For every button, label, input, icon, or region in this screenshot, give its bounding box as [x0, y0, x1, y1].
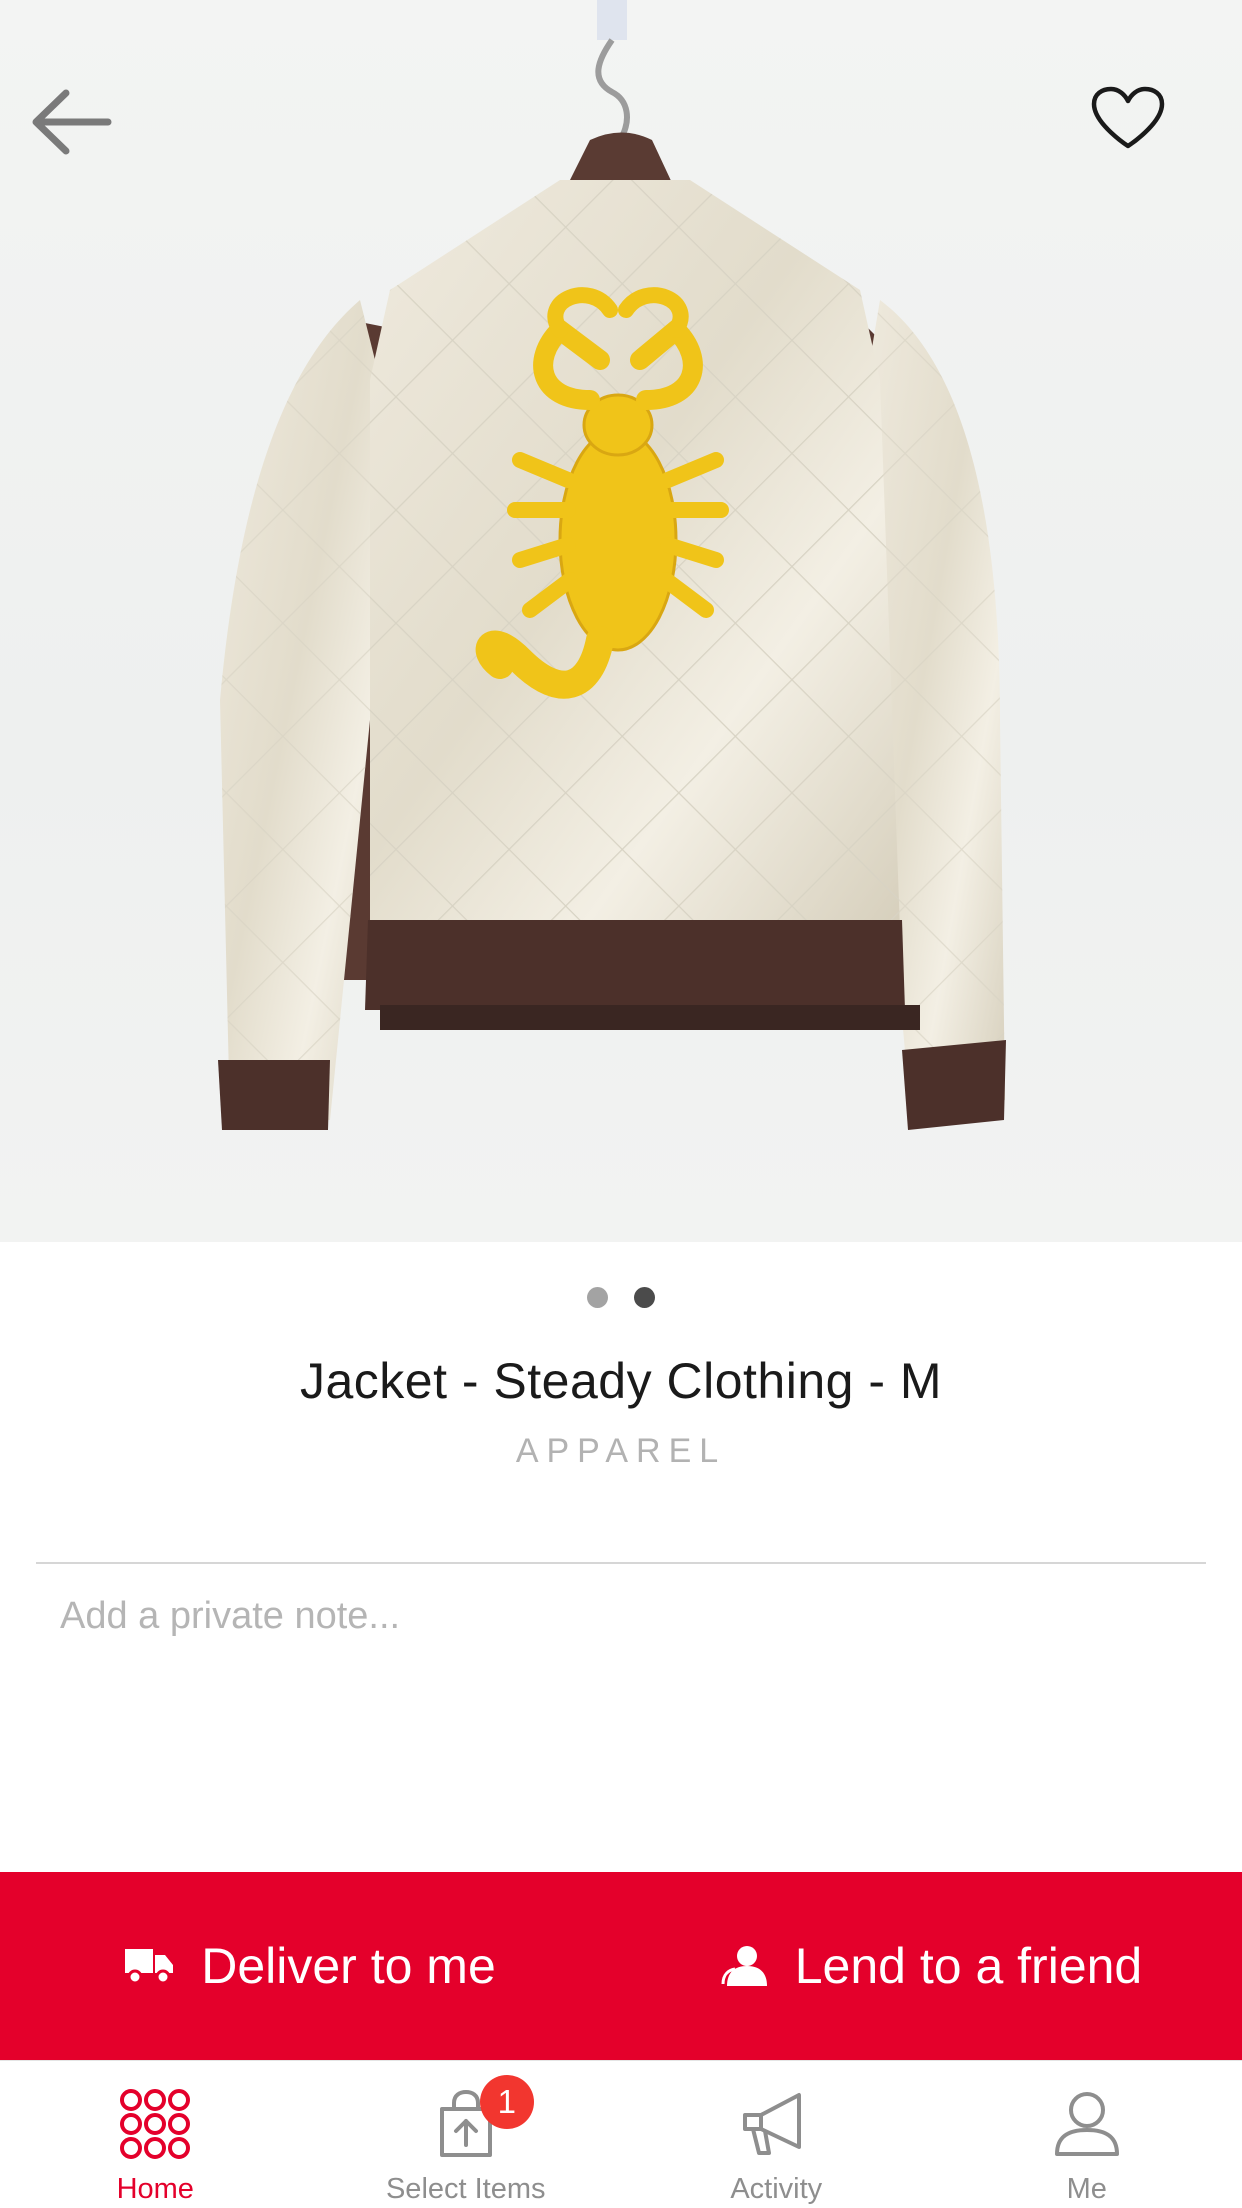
tab-home-label: Home	[116, 2173, 194, 2205]
truck-icon	[125, 1949, 174, 1985]
tab-me[interactable]: Me	[932, 2061, 1242, 2208]
product-title: Jacket - Steady Clothing - M	[299, 1353, 943, 1409]
tab-select-items-label: Select Items	[385, 2173, 546, 2205]
tab-activity-label: Activity	[730, 2173, 823, 2205]
pager-dot-active[interactable]	[634, 1287, 655, 1308]
tab-activity[interactable]: Activity	[621, 2061, 932, 2208]
favorite-button[interactable]	[1088, 82, 1168, 154]
pager-dot[interactable]	[587, 1287, 608, 1308]
action-bar: Deliver to me Lend to a friend	[0, 1872, 1242, 2060]
tab-me-label: Me	[1066, 2173, 1107, 2205]
jacket-photo	[218, 0, 1006, 1130]
tab-home[interactable]: Home	[0, 2061, 311, 2208]
heart-outline-icon	[1091, 86, 1165, 149]
product-category: APPAREL	[515, 1432, 727, 1470]
private-note-input[interactable]	[60, 1586, 1180, 1646]
grid-dots-icon	[120, 2089, 191, 2159]
back-button[interactable]	[26, 84, 116, 160]
arrow-left-icon	[32, 89, 112, 155]
deliver-to-me-button[interactable]: Deliver to me	[0, 1872, 621, 2060]
lend-to-friend-label: Lend to a friend	[794, 1938, 1143, 1994]
image-pager[interactable]	[0, 1287, 1242, 1309]
tab-select-items[interactable]: 1 Select Items	[311, 2061, 622, 2208]
tab-bar: Home 1 Select Items Activity Me	[0, 2060, 1242, 2208]
divider	[36, 1562, 1206, 1564]
lend-to-friend-button[interactable]: Lend to a friend	[621, 1872, 1242, 2060]
megaphone-icon	[743, 2093, 802, 2155]
person-outline-icon	[1054, 2092, 1119, 2156]
product-image[interactable]	[0, 0, 1242, 1242]
person-icon	[721, 1946, 767, 1986]
cart-count-badge: 1	[479, 2075, 534, 2129]
deliver-to-me-label: Deliver to me	[201, 1938, 496, 1994]
